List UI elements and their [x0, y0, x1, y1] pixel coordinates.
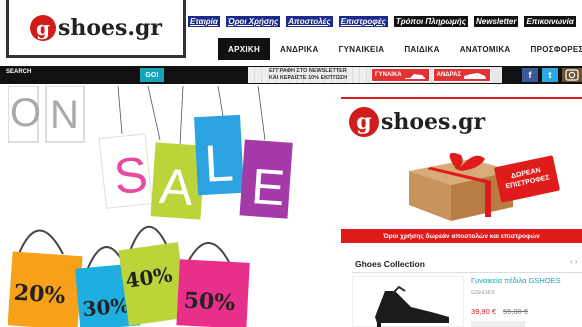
- facebook-icon[interactable]: f: [522, 68, 538, 82]
- add-to-cart-button[interactable]: [471, 321, 525, 327]
- logo-g-icon: g: [29, 14, 56, 41]
- search-go-button[interactable]: GO!: [140, 68, 164, 82]
- top-link-shipping[interactable]: Αποστολές: [286, 15, 333, 27]
- top-link-contact[interactable]: Επικοινωνία: [524, 15, 576, 27]
- site-logo[interactable]: g shoes.gr: [6, 0, 186, 58]
- men-shoes-button[interactable]: ΑΝΔΡΑΣ: [432, 68, 492, 82]
- mens-shoe-icon: [464, 72, 487, 79]
- free-returns-ad[interactable]: g shoes.gr ΔΩΡΕΑΝ ΕΠΙΣΤΡΟΦΕΣ Όροι χρήσης…: [341, 97, 582, 243]
- logo-text: shoes.gr: [57, 14, 163, 41]
- top-link-returns[interactable]: Επιστροφές: [338, 15, 388, 27]
- top-link-terms[interactable]: Όροι Χρήσης: [225, 15, 281, 27]
- nav-anatomic[interactable]: ΑΝΑΤΟΜΙΚΑ: [450, 38, 521, 60]
- product-price: 39,90 €: [471, 307, 497, 316]
- on-sale-banner[interactable]: O N S A L E 20% 30% 40% 50%: [7, 85, 330, 327]
- top-link-newsletter[interactable]: Newsletter: [474, 15, 519, 27]
- collection-title: Ghoes Collection: [355, 259, 425, 269]
- product-name[interactable]: Γυναικεία πέδιλα GSHOES: [471, 276, 561, 285]
- letter-n: N: [50, 93, 79, 137]
- heel-shoe-icon: [404, 73, 425, 79]
- women-shoes-button[interactable]: ΓΥΝΑΙΚΑ: [371, 68, 430, 82]
- top-link-payment[interactable]: Τρόποι Πληρωμής: [393, 15, 468, 27]
- letter-l: L: [203, 134, 235, 193]
- nav-men[interactable]: ΑΝΔΡΙΚΑ: [270, 38, 329, 60]
- product-image[interactable]: [352, 276, 464, 327]
- instagram-icon[interactable]: [562, 68, 582, 82]
- collection-divider: [352, 272, 582, 273]
- ad-logo: g shoes.gr: [349, 107, 485, 137]
- newsletter-promo[interactable]: ΕΓΓΡΑΦΗ ΣΤΟ NEWSLETTER ΚΑΙ ΚΕΡΔΙΣΤΕ 10% …: [248, 67, 368, 83]
- letter-o: O: [10, 91, 41, 135]
- top-link-company[interactable]: Εταιρία: [188, 15, 220, 27]
- collection-arrows-icon[interactable]: ‹ ›: [570, 257, 578, 266]
- bag-20-label: 20%: [13, 280, 66, 310]
- nav-kids[interactable]: ΠΑΙΔΙΚΑ: [394, 38, 449, 60]
- product-old-price: 55,00 €: [503, 307, 529, 316]
- letter-e: E: [250, 158, 287, 216]
- nav-offers[interactable]: ΠΡΟΣΦΟΡΕΣ: [521, 38, 582, 60]
- sandal-shoe-icon: [375, 285, 449, 327]
- product-brand: GSHOES: [471, 290, 495, 296]
- men-label: ΑΝΔΡΑΣ: [436, 72, 462, 78]
- letter-s: S: [111, 146, 150, 205]
- letter-a: A: [158, 158, 196, 216]
- main-nav: ΑΡΧΙΚΗ ΑΝΔΡΙΚΑ ΓΥΝΑΙΚΕΙΑ ΠΑΙΔΙΚΑ ΑΝΑΤΟΜΙ…: [218, 38, 582, 60]
- women-label: ΓΥΝΑΙΚΑ: [375, 72, 402, 78]
- twitter-icon[interactable]: t: [542, 68, 558, 82]
- nav-home[interactable]: ΑΡΧΙΚΗ: [218, 38, 271, 60]
- ad-footer-link[interactable]: Όροι χρήσης δωρεάν αποστολών και επιστρο…: [341, 229, 582, 243]
- page: g shoes.gr Εταιρία Όροι Χρήσης Αποστολές…: [0, 0, 582, 327]
- nav-women[interactable]: ΓΥΝΑΙΚΕΙΑ: [329, 38, 395, 60]
- promo-strip: ΕΓΓΡΑΦΗ ΣΤΟ NEWSLETTER ΚΑΙ ΚΕΡΔΙΣΤΕ 10% …: [248, 67, 502, 83]
- bag-50-label: 50%: [183, 287, 236, 316]
- on-sale-graphic: O N S A L E 20% 30% 40% 50%: [7, 85, 293, 327]
- newsletter-promo-line1: ΕΓΓΡΑΦΗ ΣΤΟ NEWSLETTER: [269, 68, 347, 74]
- search-input[interactable]: [4, 68, 138, 82]
- bag-30-label: 30%: [82, 293, 131, 321]
- top-links: Εταιρία Όροι Χρήσης Αποστολές Επιστροφές…: [188, 14, 582, 28]
- ad-logo-g-icon: g: [349, 107, 379, 137]
- newsletter-promo-line2: ΚΑΙ ΚΕΡΔΙΣΤΕ 10% ΕΚΠΤΩΣΗ: [268, 75, 348, 81]
- ad-logo-text: shoes.gr: [381, 109, 486, 135]
